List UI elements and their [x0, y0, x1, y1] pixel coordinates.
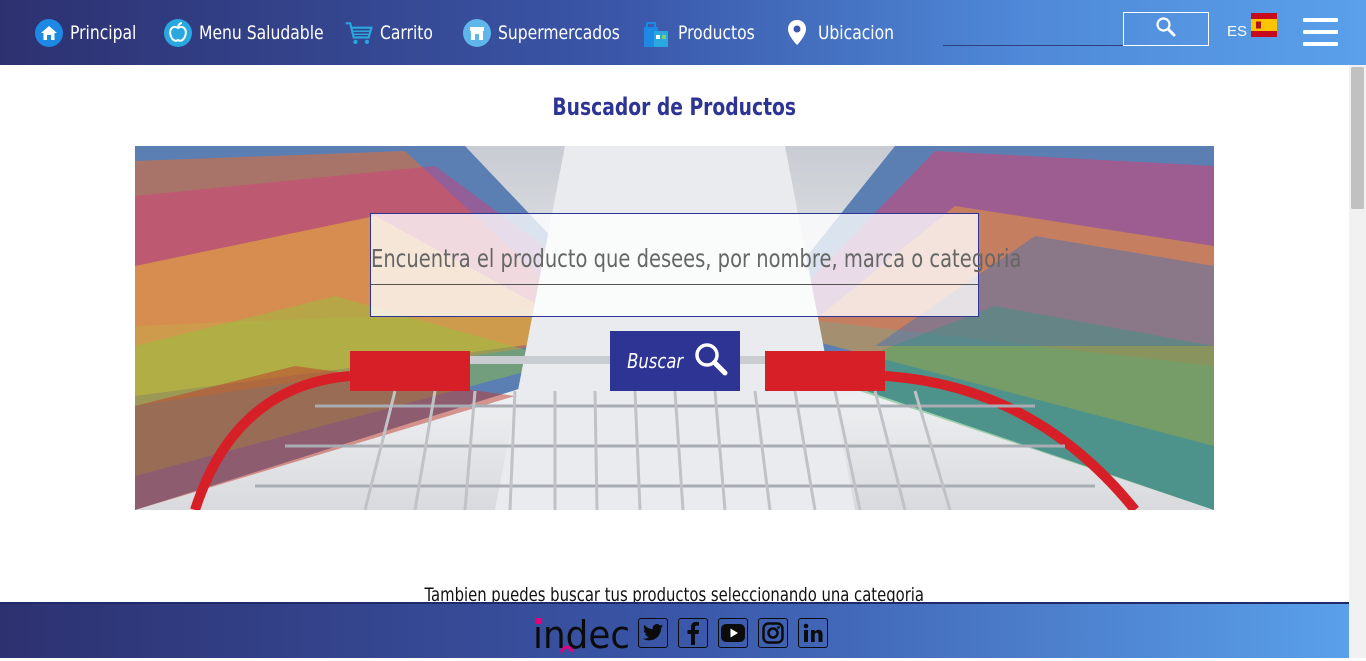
language-selector[interactable]: ES	[1227, 23, 1247, 40]
top-navigation-bar: Principal Menu Saludable Carrito Superme…	[0, 0, 1366, 65]
nav-item-carrito[interactable]: Carrito	[344, 0, 445, 65]
home-icon	[34, 18, 64, 48]
nav-item-principal[interactable]: Principal	[34, 0, 151, 65]
page-title: Buscador de Productos	[552, 93, 797, 121]
nav-item-supermercados[interactable]: Supermercados	[462, 0, 647, 65]
nav-item-label: Productos	[678, 21, 755, 44]
store-icon	[462, 18, 492, 48]
search-input[interactable]	[943, 45, 1123, 46]
twitter-icon[interactable]	[638, 618, 668, 648]
indec-logo[interactable]: indec	[533, 612, 633, 657]
cart-icon	[344, 18, 374, 48]
nav-item-label: Supermercados	[498, 21, 620, 44]
instagram-icon[interactable]	[758, 618, 788, 648]
buscar-button-label: Buscar	[626, 349, 683, 373]
linkedin-icon[interactable]	[798, 618, 828, 648]
hero-shopping-cart-image	[135, 146, 1214, 510]
spain-flag-icon[interactable]	[1251, 13, 1277, 37]
location-pin-icon	[782, 18, 812, 48]
search-icon	[1155, 16, 1177, 43]
nav-item-ubicacion[interactable]: Ubicacion	[782, 0, 911, 65]
facebook-icon[interactable]	[678, 618, 708, 648]
buscar-button[interactable]: Buscar	[610, 331, 740, 391]
nav-item-label: Carrito	[380, 21, 433, 44]
nav-item-label: Menu Saludable	[199, 21, 324, 44]
nav-item-productos[interactable]: Productos	[642, 0, 772, 65]
search-field-divider	[371, 284, 978, 285]
svg-text:indec: indec	[533, 613, 630, 656]
apple-icon	[163, 18, 193, 48]
product-search-field[interactable]: Encuentra el producto que desees, por no…	[370, 213, 1022, 317]
youtube-icon[interactable]	[718, 618, 748, 648]
nav-item-menu-saludable[interactable]: Menu Saludable	[163, 0, 351, 65]
bag-icon	[642, 18, 672, 48]
product-search-placeholder: Encuentra el producto que desees, por no…	[371, 244, 1022, 273]
scrollbar-thumb[interactable]	[1351, 67, 1364, 209]
nav-item-label: Principal	[70, 21, 137, 44]
footer	[0, 602, 1349, 658]
nav-item-label: Ubicacion	[818, 21, 895, 44]
magnifier-icon	[693, 341, 729, 382]
search-button[interactable]	[1123, 12, 1209, 46]
hamburger-menu-icon[interactable]	[1303, 18, 1338, 48]
